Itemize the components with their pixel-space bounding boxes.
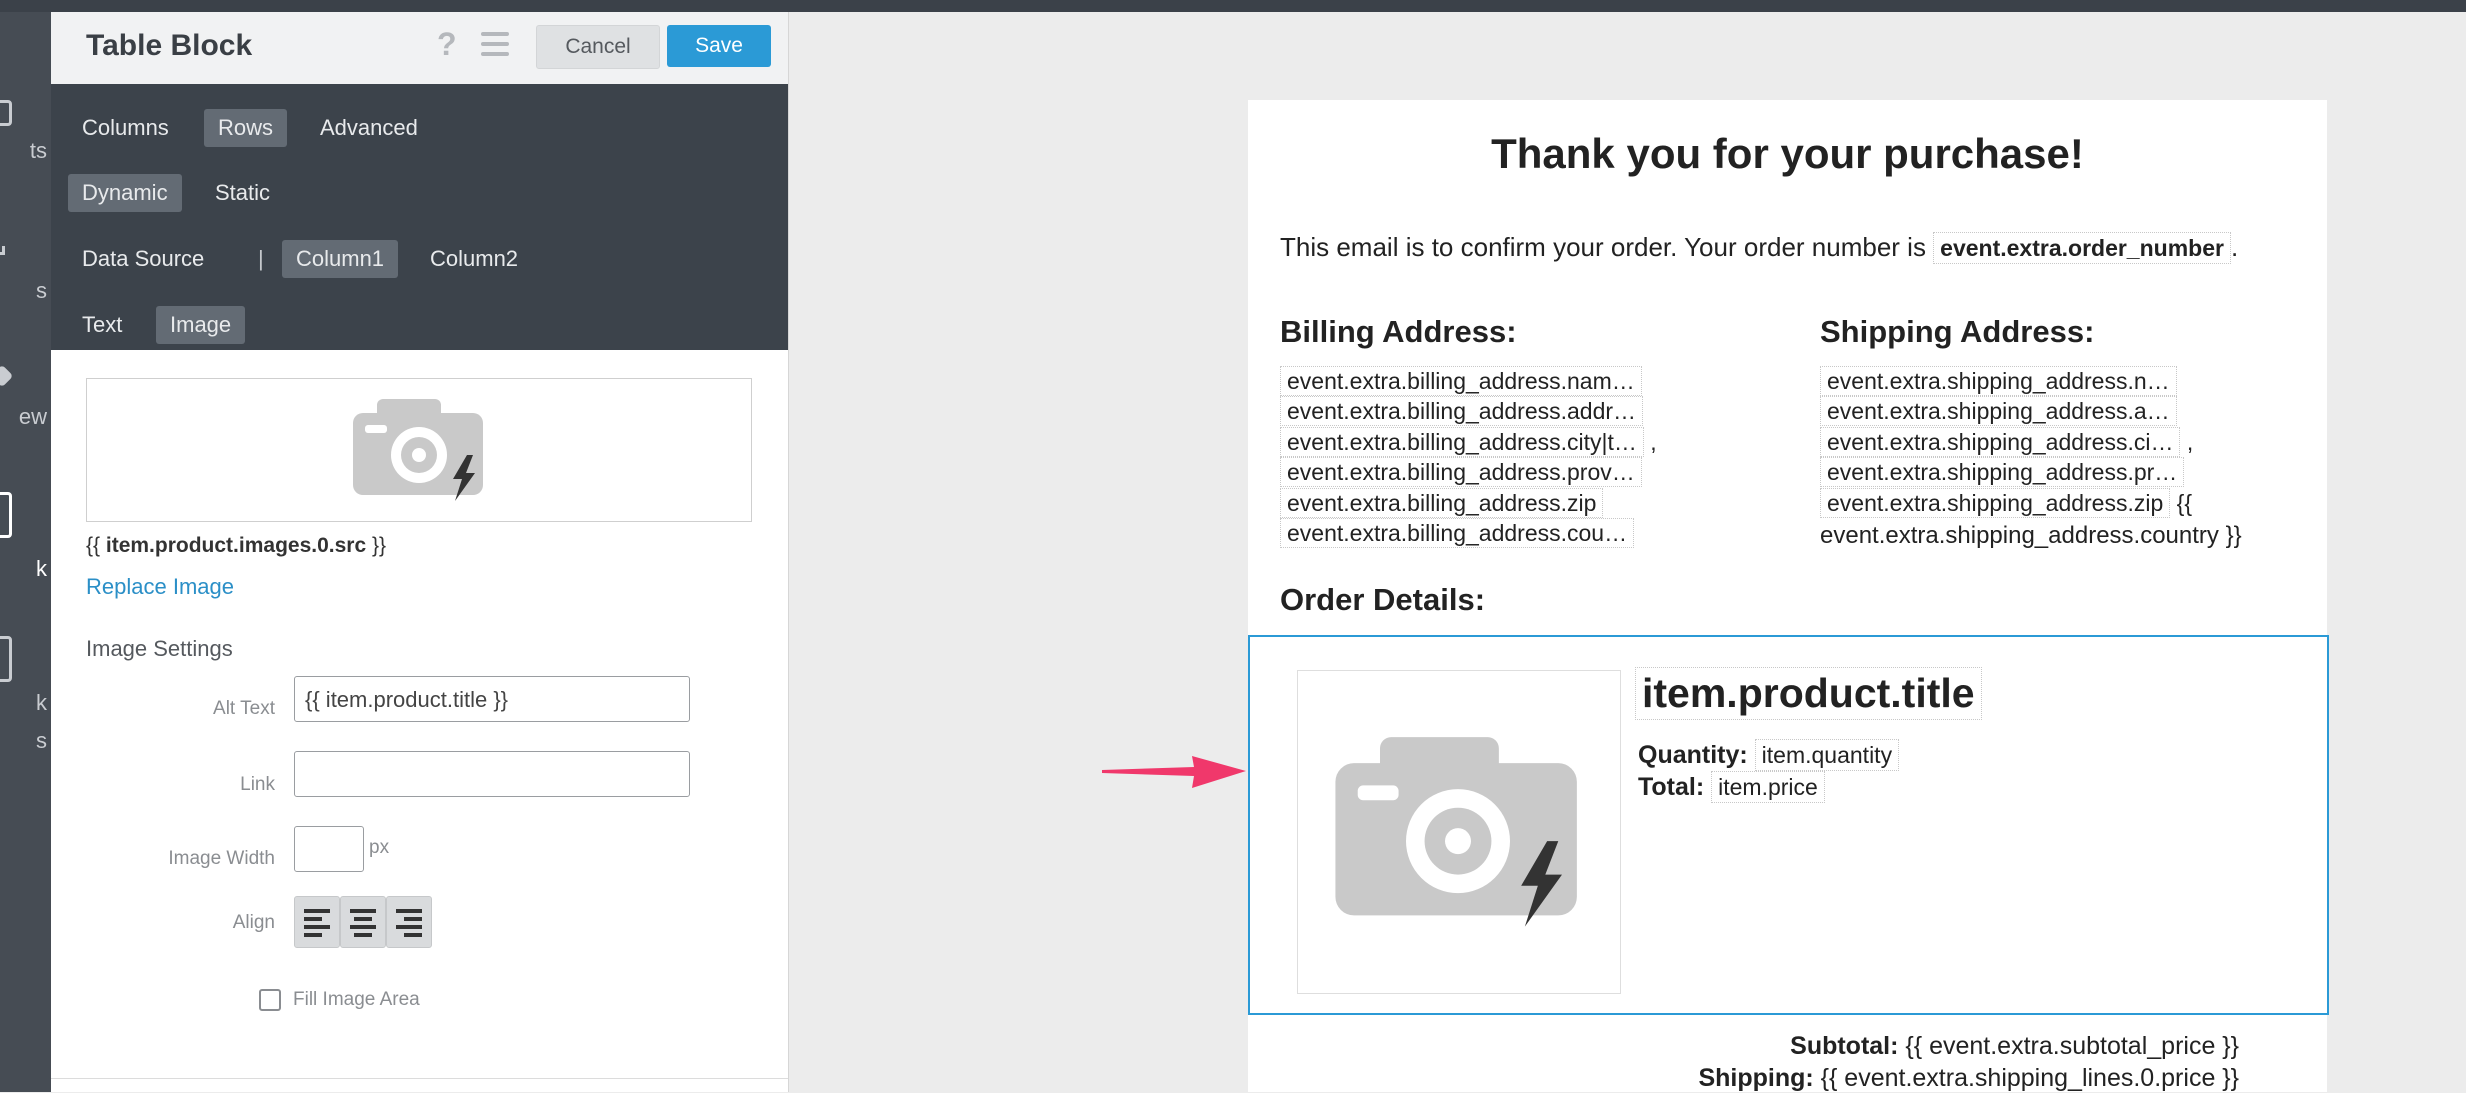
- tab-separator: |: [258, 246, 264, 271]
- total-token[interactable]: item.price: [1711, 771, 1825, 803]
- billing-heading: Billing Address:: [1280, 314, 1517, 349]
- camera-placeholder-icon: [1335, 737, 1577, 927]
- fill-image-area-label: Fill Image Area: [293, 989, 420, 1010]
- item-image[interactable]: [1297, 670, 1621, 994]
- panel-title: Table Block: [86, 29, 253, 62]
- nav-elements-icon: [0, 100, 12, 126]
- order-details-heading: Order Details:: [1280, 582, 1486, 617]
- align-left-button[interactable]: [294, 896, 340, 948]
- shipping-comma: ,: [2186, 429, 2194, 455]
- email-preview: Thank you for your purchase! This email …: [1248, 100, 2329, 1092]
- alt-text-input[interactable]: {{ item.product.title }}: [294, 676, 690, 722]
- nav-label: ew: [18, 404, 47, 429]
- nav-label: k: [36, 556, 47, 581]
- order-number-token[interactable]: event.extra.order_number: [1933, 232, 2231, 264]
- align-right-button[interactable]: [386, 896, 432, 948]
- shipping-heading: Shipping Address:: [1820, 314, 2095, 349]
- tab-column2[interactable]: Column2: [416, 240, 532, 278]
- replace-image-link[interactable]: Replace Image: [86, 574, 234, 600]
- image-preview[interactable]: [86, 378, 752, 522]
- billing-line[interactable]: event.extra.billing_address.addr…: [1280, 396, 1644, 426]
- panel-divider: [51, 1078, 788, 1079]
- tab-rows[interactable]: Rows: [204, 109, 288, 147]
- shipping-zip-suffix: {{: [2176, 490, 2193, 516]
- tab-static[interactable]: Static: [201, 174, 284, 212]
- image-settings-heading: Image Settings: [86, 636, 233, 661]
- table-block-panel: Table Block ? Cancel Save Columns Rows A…: [51, 12, 789, 1092]
- tab-image[interactable]: Image: [156, 306, 246, 344]
- shipping-line[interactable]: event.extra.shipping_address.ci…: [1820, 427, 2181, 457]
- tab-column1[interactable]: Column1: [282, 240, 399, 278]
- align-center-button[interactable]: [340, 896, 386, 948]
- tab-advanced[interactable]: Advanced: [306, 109, 432, 147]
- nav-preview-icon: [0, 364, 14, 388]
- billing-line[interactable]: event.extra.billing_address.nam…: [1280, 366, 1642, 396]
- shipping-line[interactable]: event.extra.shipping_address.zip: [1820, 488, 2171, 518]
- nav-label: k: [36, 690, 47, 715]
- pink-arrow-icon: [1102, 756, 1246, 788]
- settings-tabs-area: Columns Rows Advanced Dynamic Static Dat…: [51, 84, 788, 350]
- billing-line[interactable]: event.extra.billing_address.prov…: [1280, 457, 1642, 487]
- selected-item-row[interactable]: item.product.title Quantity: item.quanti…: [1248, 635, 2329, 1015]
- tab-dynamic[interactable]: Dynamic: [68, 174, 182, 212]
- nav-item-links[interactable]: k s: [0, 622, 51, 753]
- image-width-input[interactable]: [294, 826, 364, 872]
- billing-comma: ,: [1650, 429, 1657, 455]
- shipping-line[interactable]: event.extra.shipping_address.pr…: [1820, 457, 2185, 487]
- fill-image-area-checkbox[interactable]: [259, 989, 281, 1011]
- camera-placeholder-icon: [353, 399, 483, 501]
- shipping-row: Shipping: {{ event.extra.shipping_lines.…: [1698, 1064, 2239, 1092]
- email-title: Thank you for your purchase!: [1491, 130, 2084, 177]
- nav-item-preview[interactable]: ew: [0, 352, 51, 442]
- nav-item-blocks-active[interactable]: k: [0, 478, 51, 588]
- panel-header: Table Block ? Cancel Save: [51, 12, 788, 85]
- nav-label: ts: [29, 138, 47, 163]
- item-title-token[interactable]: item.product.title: [1635, 667, 1982, 720]
- total-row: Total: item.price: [1638, 771, 1825, 803]
- nav-label: s: [36, 278, 47, 303]
- data-source-label: Data Source: [82, 246, 205, 271]
- cancel-button[interactable]: Cancel: [536, 25, 660, 69]
- quantity-token[interactable]: item.quantity: [1754, 739, 1900, 771]
- image-src-text: {{ item.product.images.0.src }}: [86, 534, 387, 557]
- nav-designs-icon: [0, 246, 5, 255]
- nav-links-icon: [0, 636, 12, 682]
- image-width-label: Image Width: [168, 848, 275, 869]
- save-button[interactable]: Save: [667, 25, 771, 67]
- left-nav: ts s ew k k s: [0, 12, 61, 1092]
- shipping-line[interactable]: event.extra.shipping_address.n…: [1820, 366, 2177, 396]
- menu-icon[interactable]: [481, 32, 509, 62]
- quantity-row: Quantity: item.quantity: [1638, 739, 1900, 771]
- image-width-unit: px: [369, 837, 390, 858]
- billing-line[interactable]: event.extra.billing_address.city|t…: [1280, 427, 1644, 457]
- nav-label: s: [36, 728, 47, 753]
- tab-text[interactable]: Text: [68, 306, 136, 344]
- link-input[interactable]: [294, 751, 690, 797]
- tab-columns[interactable]: Columns: [68, 109, 183, 147]
- nav-item-elements[interactable]: ts: [0, 82, 51, 172]
- align-label: Align: [232, 912, 275, 933]
- subtotal-row: Subtotal: {{ event.extra.subtotal_price …: [1790, 1032, 2239, 1060]
- top-bar: [0, 0, 2466, 12]
- billing-line[interactable]: event.extra.billing_address.cou…: [1280, 518, 1635, 548]
- shipping-country-line[interactable]: event.extra.shipping_address.country }}: [1820, 522, 2242, 550]
- shipping-line[interactable]: event.extra.shipping_address.a…: [1820, 396, 2177, 426]
- nav-blocks-icon: [0, 492, 12, 538]
- confirm-text: This email is to confirm your order. You…: [1280, 232, 2239, 264]
- help-icon[interactable]: ?: [437, 26, 457, 63]
- alt-text-label: Alt Text: [213, 698, 275, 719]
- link-label: Link: [240, 774, 275, 795]
- nav-item-designs[interactable]: s: [0, 232, 51, 312]
- billing-line[interactable]: event.extra.billing_address.zip: [1280, 488, 1604, 518]
